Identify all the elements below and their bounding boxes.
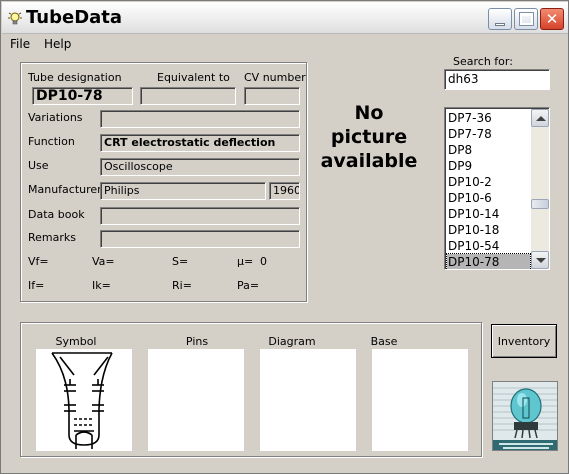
list-item[interactable]: DP10-14 — [447, 206, 530, 222]
minimize-icon — [495, 23, 505, 26]
mu-label: µ= — [237, 255, 254, 268]
diagram-panel — [260, 349, 356, 451]
list-item[interactable]: DP10-18 — [447, 222, 530, 238]
minimize-button[interactable] — [488, 8, 512, 30]
va-label: Va= — [92, 255, 115, 268]
equivalent-header: Equivalent to — [157, 71, 230, 84]
tube-listbox[interactable]: DP7-36 DP7-78 DP8 DP9 DP10-2 DP10-6 DP10… — [444, 107, 550, 270]
close-button[interactable]: ✕ — [540, 8, 564, 30]
data-book-field — [100, 207, 300, 225]
cv-number-header: CV number — [244, 71, 306, 84]
base-panel — [372, 349, 468, 451]
crt-symbol-icon — [51, 352, 113, 449]
no-picture-line2: picture — [330, 126, 408, 148]
vf-label: Vf= — [28, 255, 49, 268]
scroll-thumb[interactable] — [531, 199, 549, 209]
designation-header: Tube designation — [28, 71, 122, 84]
manufacturer-label: Manufacturer — [28, 183, 102, 196]
data-book-label: Data book — [28, 208, 85, 221]
search-input[interactable]: dh63 — [444, 69, 550, 90]
no-picture-line1: No — [354, 102, 384, 124]
remarks-label: Remarks — [28, 231, 76, 244]
base-title: Base — [370, 335, 398, 348]
cv-number-field — [244, 87, 300, 105]
maximize-button[interactable] — [514, 8, 538, 30]
chevron-up-icon — [536, 116, 546, 121]
chevron-down-icon — [536, 258, 546, 263]
list-item-selected[interactable]: DP10-78 — [446, 253, 531, 269]
pins-panel — [148, 349, 244, 451]
no-picture-text: No picture available — [319, 101, 419, 173]
menu-file[interactable]: File — [10, 37, 30, 51]
tube-logo-icon — [493, 382, 557, 450]
maximize-icon — [519, 12, 534, 26]
variations-field — [100, 110, 300, 128]
list-item[interactable]: DP10-54 — [447, 238, 530, 254]
use-field: Oscilloscope — [100, 158, 300, 176]
if-label: If= — [28, 279, 45, 292]
use-label: Use — [28, 159, 49, 172]
equivalent-field — [140, 87, 236, 105]
list-item[interactable]: DP8 — [447, 142, 530, 158]
function-field: CRT electrostatic deflection — [100, 134, 300, 152]
title-bar[interactable]: TubeData ✕ — [2, 2, 568, 34]
s-label: S= — [172, 255, 189, 268]
year-field: 1960 — [269, 182, 300, 200]
symbol-panel — [36, 349, 132, 451]
list-item[interactable]: DP10-6 — [447, 190, 530, 206]
remarks-field — [100, 230, 300, 248]
symbol-title: Symbol — [55, 335, 97, 348]
list-item[interactable]: DP7-78 — [447, 126, 530, 142]
list-item[interactable]: DP7-36 — [447, 110, 530, 126]
no-picture-line3: available — [320, 150, 418, 172]
pins-title: Pins — [185, 335, 209, 348]
window-title: TubeData — [26, 7, 123, 28]
main-window: TubeData ✕ File Help Tube designation Eq… — [0, 0, 569, 474]
variations-label: Variations — [28, 111, 83, 124]
list-item[interactable]: DP10-2 — [447, 174, 530, 190]
list-scrollbar[interactable] — [531, 109, 549, 269]
manufacturer-field: Philips — [100, 182, 266, 200]
diagram-title: Diagram — [268, 335, 316, 348]
ik-label: Ik= — [92, 279, 111, 292]
mu-value: 0 — [260, 255, 267, 268]
close-icon: ✕ — [545, 10, 559, 28]
pa-label: Pa= — [237, 279, 260, 292]
inventory-button[interactable]: Inventory — [491, 324, 557, 358]
search-label: Search for: — [453, 55, 513, 68]
tube-logo — [492, 381, 558, 451]
designation-field: DP10-78 — [32, 87, 133, 105]
scroll-down-button[interactable] — [531, 251, 549, 269]
menu-bar: File Help — [2, 35, 568, 53]
ri-label: Ri= — [172, 279, 192, 292]
menu-help[interactable]: Help — [44, 37, 71, 51]
scroll-up-button[interactable] — [531, 109, 549, 127]
list-item[interactable]: DP9 — [447, 158, 530, 174]
function-label: Function — [28, 135, 75, 148]
lightbulb-icon — [8, 12, 22, 25]
